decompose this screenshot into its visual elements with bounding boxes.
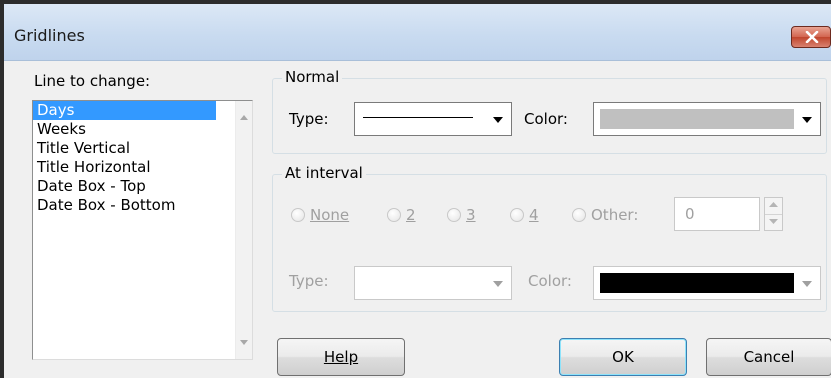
color-swatch [600,109,794,129]
color-swatch [600,273,794,293]
interval-type-label: Type: [289,272,329,290]
radio-none[interactable] [291,208,305,222]
close-button[interactable] [791,26,831,48]
radio-other[interactable] [572,208,586,222]
radio-4-label: 4 [529,206,539,224]
interval-type-dropdown[interactable] [354,266,512,300]
list-item[interactable]: Days [33,101,216,120]
close-icon [805,31,819,43]
list-item[interactable]: Title Vertical [33,139,216,158]
at-interval-group-label: At interval [282,164,366,182]
other-interval-input[interactable]: 0 [674,197,760,231]
spin-down-icon[interactable] [769,219,778,224]
chevron-down-icon [802,117,812,123]
list-item[interactable]: Weeks [33,120,216,139]
normal-type-dropdown[interactable] [354,102,512,136]
scroll-down-arrow-icon[interactable] [240,340,248,345]
interval-color-dropdown[interactable] [593,266,821,300]
scroll-up-arrow-icon[interactable] [240,115,248,120]
interval-color-label: Color: [528,272,572,290]
normal-color-dropdown[interactable] [593,102,821,136]
help-button-label: Help [323,348,359,366]
gridlines-dialog: Gridlines Line to change: Days Weeks Tit… [0,0,831,378]
spin-up-icon[interactable] [769,202,778,207]
other-interval-spinner[interactable] [764,197,783,231]
list-item[interactable]: Date Box - Top [33,177,216,196]
chevron-down-icon [493,117,503,123]
list-scrollbar[interactable] [235,101,252,359]
ok-button[interactable]: OK [559,338,687,376]
line-to-change-label: Line to change: [34,72,151,90]
window-title: Gridlines [14,26,85,45]
list-item[interactable]: Title Horizontal [33,158,216,177]
radio-2[interactable] [387,208,401,222]
line-to-change-list[interactable]: Days Weeks Title Vertical Title Horizont… [32,100,253,360]
list-item[interactable]: Date Box - Bottom [33,196,216,215]
spinner-divider [765,214,782,215]
title-bar: Gridlines [4,4,831,61]
line-style-preview [363,117,473,118]
radio-4[interactable] [510,208,524,222]
radio-3[interactable] [447,208,461,222]
radio-none-label: None [310,206,350,224]
radio-3-label: 3 [466,206,476,224]
radio-2-label: 2 [406,206,416,224]
chevron-down-icon [493,281,503,287]
cancel-button[interactable]: Cancel [706,338,831,376]
help-button[interactable]: Help [277,338,405,376]
chevron-down-icon [802,281,812,287]
normal-group-label: Normal [282,68,343,86]
normal-color-label: Color: [524,110,568,128]
normal-type-label: Type: [289,110,329,128]
radio-other-label: Other: [591,206,639,224]
